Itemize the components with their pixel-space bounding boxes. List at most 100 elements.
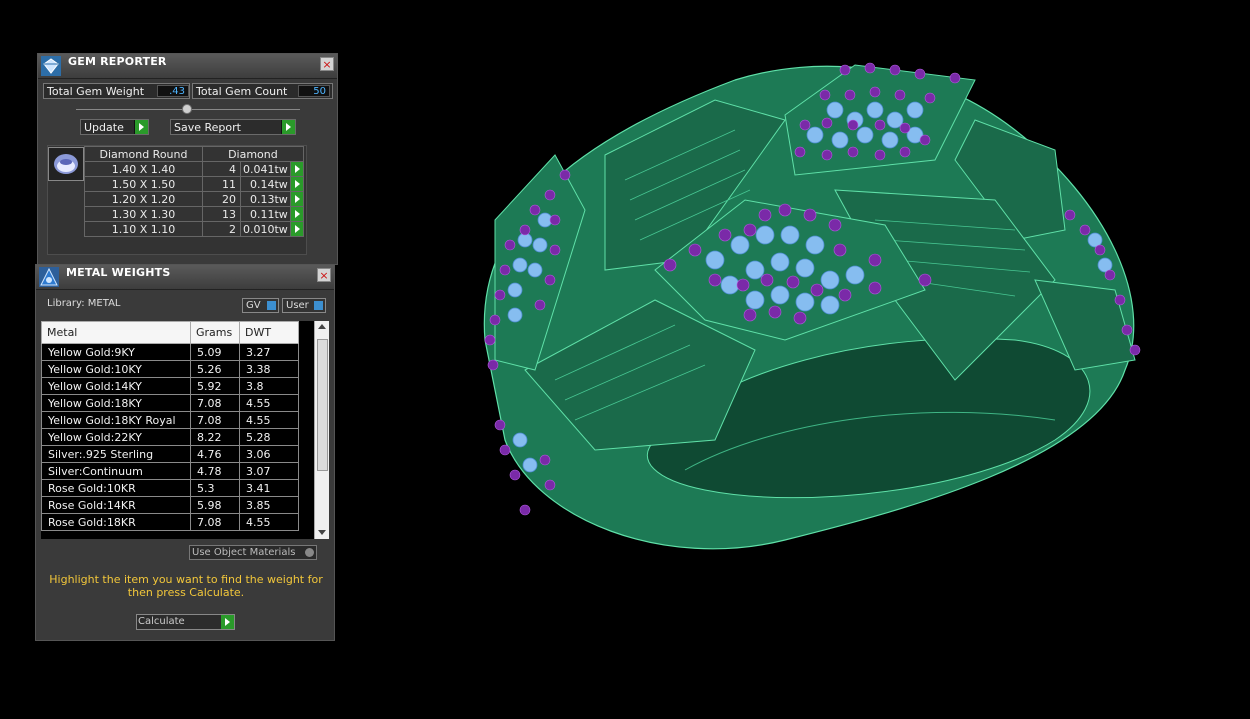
toggle-indicator-icon xyxy=(314,301,323,310)
gv-label: GV xyxy=(246,300,261,311)
gem-reporter-icon xyxy=(40,55,62,77)
play-icon[interactable] xyxy=(289,191,304,207)
metal-dwt: 4.55 xyxy=(239,411,299,429)
ring-3d-viewport[interactable] xyxy=(455,40,1155,570)
use-object-materials-toggle[interactable]: Use Object Materials xyxy=(189,545,317,560)
dwt-column-header[interactable]: DWT xyxy=(239,321,299,344)
gem-count: 13 xyxy=(202,206,241,222)
total-gem-weight-field: Total Gem Weight .43 xyxy=(43,83,190,99)
play-icon xyxy=(281,120,295,134)
gem-table: Diamond Round Diamond 1.40 X 1.40 4 0.04… xyxy=(84,146,304,237)
metal-dwt: 3.41 xyxy=(239,479,299,497)
metal-name: Rose Gold:14KR xyxy=(41,496,191,514)
user-label: User xyxy=(286,300,309,311)
metal-dwt: 3.07 xyxy=(239,462,299,480)
use-object-materials-label: Use Object Materials xyxy=(192,547,296,558)
metal-name: Yellow Gold:18KY xyxy=(41,394,191,412)
play-icon[interactable] xyxy=(289,221,304,237)
gem-weight: 0.010tw xyxy=(240,221,291,237)
play-icon[interactable] xyxy=(289,206,304,222)
gem-material-header: Diamond xyxy=(202,146,304,162)
metal-row[interactable]: Rose Gold:10KR 5.3 3.41 xyxy=(41,479,299,497)
metal-grams: 7.08 xyxy=(190,411,240,429)
gem-count: 11 xyxy=(202,176,241,192)
metal-row[interactable]: Yellow Gold:22KY 8.22 5.28 xyxy=(41,428,299,446)
metal-name: Rose Gold:18KR xyxy=(41,513,191,531)
metal-name: Yellow Gold:9KY xyxy=(41,343,191,361)
gem-row[interactable]: 1.30 X 1.30 13 0.11tw xyxy=(84,206,304,222)
save-report-button[interactable]: Save Report xyxy=(170,119,296,135)
metal-name: Yellow Gold:22KY xyxy=(41,428,191,446)
metal-row[interactable]: Yellow Gold:10KY 5.26 3.38 xyxy=(41,360,299,378)
close-icon[interactable]: × xyxy=(320,57,334,71)
gem-weight: 0.11tw xyxy=(240,206,291,222)
total-gem-count-label: Total Gem Count xyxy=(196,85,288,98)
metal-grams: 4.78 xyxy=(190,462,240,480)
metal-row[interactable]: Rose Gold:14KR 5.98 3.85 xyxy=(41,496,299,514)
metal-table-container: Metal Grams DWT Yellow Gold:9KY 5.09 3.27 … xyxy=(41,321,329,539)
gem-row[interactable]: 1.40 X 1.40 4 0.041tw xyxy=(84,161,304,177)
metal-name: Yellow Gold:14KY xyxy=(41,377,191,395)
library-label: Library: METAL xyxy=(47,298,121,309)
gv-toggle[interactable]: GV xyxy=(242,298,279,313)
scroll-down-icon[interactable] xyxy=(318,530,326,535)
total-gem-weight-value[interactable]: .43 xyxy=(157,85,189,97)
metal-row[interactable]: Yellow Gold:18KY 7.08 4.55 xyxy=(41,394,299,412)
metal-row[interactable]: Yellow Gold:18KY Royal 7.08 4.55 xyxy=(41,411,299,429)
play-icon[interactable] xyxy=(289,161,304,177)
metal-name: Rose Gold:10KR xyxy=(41,479,191,497)
metal-dwt: 3.38 xyxy=(239,360,299,378)
gem-shape-header: Diamond Round xyxy=(84,146,203,162)
metal-grams: 5.26 xyxy=(190,360,240,378)
metal-grams: 4.76 xyxy=(190,445,240,463)
play-icon xyxy=(134,120,148,134)
gem-reporter-title: GEM REPORTER xyxy=(68,55,167,68)
play-icon xyxy=(221,615,234,629)
update-button[interactable]: Update xyxy=(80,119,149,135)
metal-name: Yellow Gold:18KY Royal xyxy=(41,411,191,429)
metal-table-scrollbar[interactable] xyxy=(314,321,329,539)
total-gem-count-field: Total Gem Count 50 xyxy=(192,83,333,99)
metal-name: Silver:Continuum xyxy=(41,462,191,480)
metal-row[interactable]: Yellow Gold:14KY 5.92 3.8 xyxy=(41,377,299,395)
gem-weight: 0.13tw xyxy=(240,191,291,207)
ring-model xyxy=(483,62,1141,550)
update-button-label: Update xyxy=(84,121,124,134)
metal-dwt: 4.55 xyxy=(239,513,299,531)
metal-grams: 8.22 xyxy=(190,428,240,446)
metal-weights-title: METAL WEIGHTS xyxy=(66,266,171,279)
close-icon[interactable]: × xyxy=(317,268,331,282)
metal-weights-icon xyxy=(38,266,60,288)
gem-count: 2 xyxy=(202,221,241,237)
metal-table-header: Metal Grams DWT xyxy=(41,321,299,344)
gem-count: 4 xyxy=(202,161,241,177)
metal-weights-titlebar[interactable]: METAL WEIGHTS × xyxy=(36,265,334,290)
user-toggle[interactable]: User xyxy=(282,298,326,313)
metal-row[interactable]: Silver:Continuum 4.78 3.07 xyxy=(41,462,299,480)
metal-dwt: 5.28 xyxy=(239,428,299,446)
metal-column-header[interactable]: Metal xyxy=(41,321,191,344)
scroll-up-icon[interactable] xyxy=(318,324,326,329)
metal-row[interactable]: Silver:.925 Sterling 4.76 3.06 xyxy=(41,445,299,463)
metal-grams: 5.98 xyxy=(190,496,240,514)
gem-reporter-titlebar[interactable]: GEM REPORTER × xyxy=(38,54,337,79)
gem-row[interactable]: 1.20 X 1.20 20 0.13tw xyxy=(84,191,304,207)
metal-row[interactable]: Yellow Gold:9KY 5.09 3.27 xyxy=(41,343,299,361)
metal-row[interactable]: Rose Gold:18KR 7.08 4.55 xyxy=(41,513,299,531)
calculate-hint: Highlight the item you want to find the … xyxy=(49,573,323,599)
total-gem-count-value[interactable]: 50 xyxy=(298,85,330,97)
slider-handle[interactable] xyxy=(182,104,192,114)
metal-dwt: 3.85 xyxy=(239,496,299,514)
metal-dwt: 3.06 xyxy=(239,445,299,463)
gem-reporter-panel: GEM REPORTER × Total Gem Weight .43 Tota… xyxy=(37,53,338,265)
gem-row[interactable]: 1.50 X 1.50 11 0.14tw xyxy=(84,176,304,192)
metal-dwt: 4.55 xyxy=(239,394,299,412)
gem-row[interactable]: 1.10 X 1.10 2 0.010tw xyxy=(84,221,304,237)
gem-table-header: Diamond Round Diamond xyxy=(84,146,304,162)
grams-column-header[interactable]: Grams xyxy=(190,321,240,344)
scroll-thumb[interactable] xyxy=(317,339,328,471)
play-icon[interactable] xyxy=(289,176,304,192)
diamond-round-icon xyxy=(48,147,84,181)
calculate-button[interactable]: Calculate xyxy=(136,614,235,630)
metal-table: Metal Grams DWT Yellow Gold:9KY 5.09 3.27 … xyxy=(41,321,299,531)
